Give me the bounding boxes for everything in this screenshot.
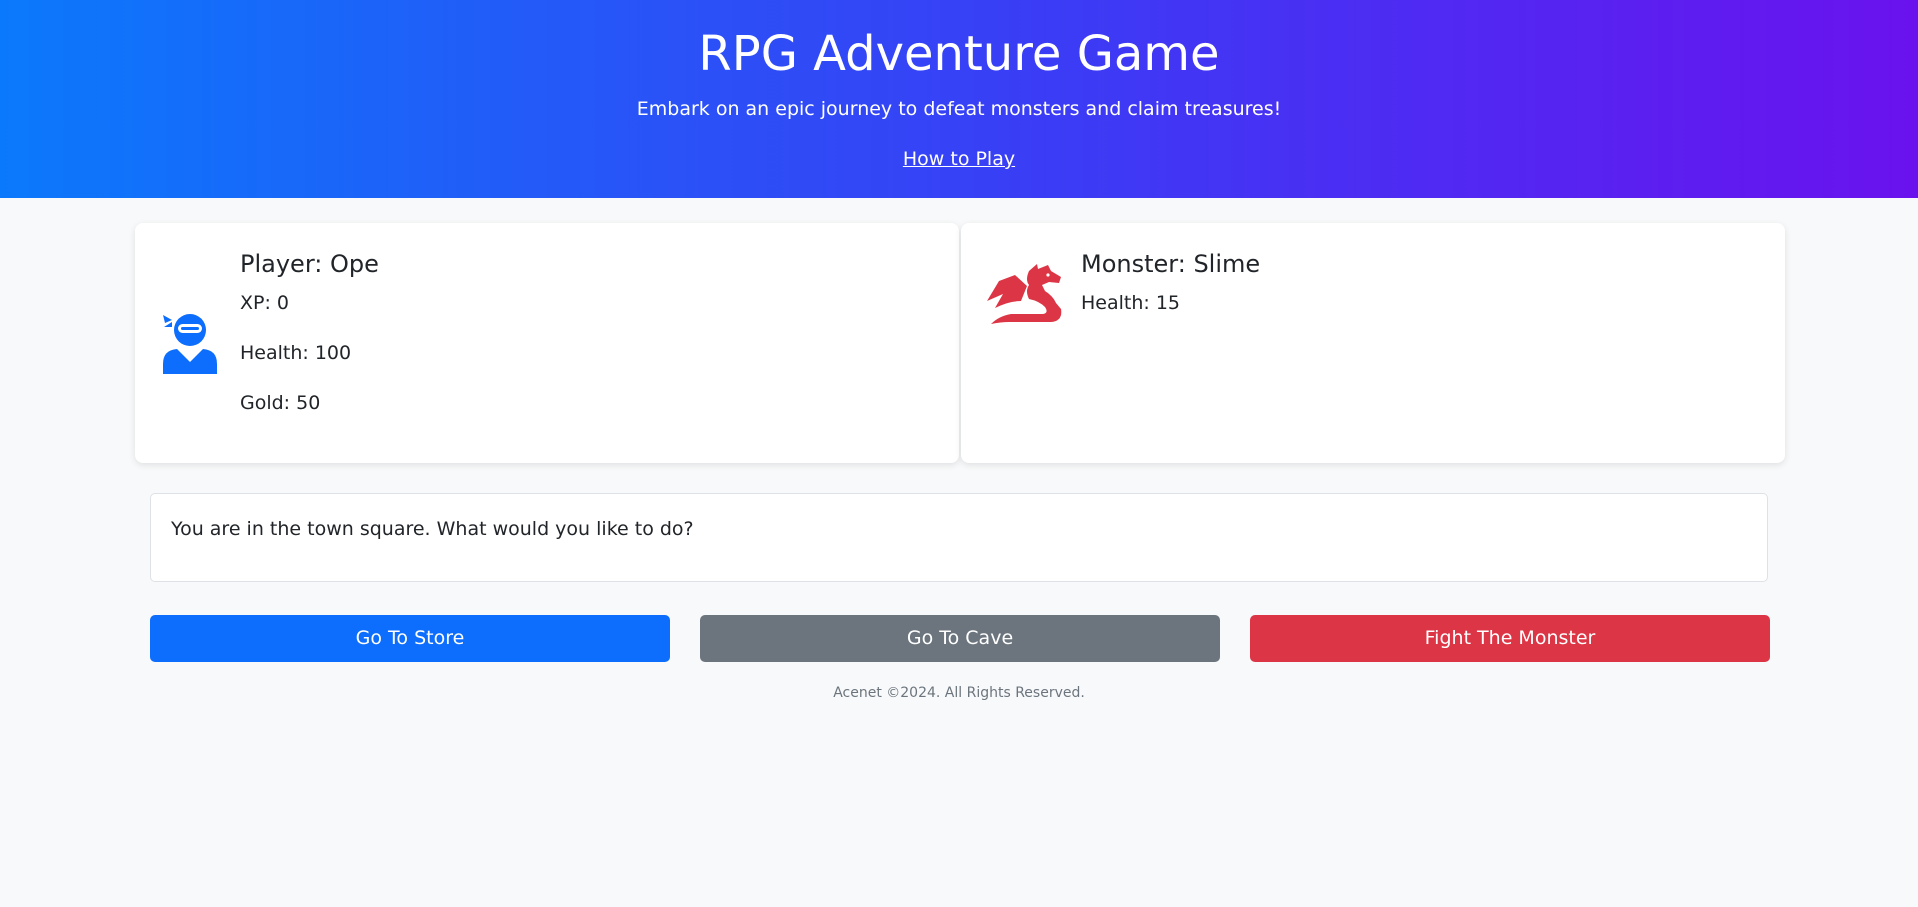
monster-card: Monster: Slime Health: 15 <box>961 223 1785 463</box>
go-to-store-button[interactable]: Go To Store <box>150 615 670 662</box>
monster-health: Health: 15 <box>1081 292 1181 314</box>
ninja-icon <box>163 314 217 374</box>
page-header: RPG Adventure Game Embark on an epic jou… <box>0 0 1918 198</box>
monster-name: Monster: Slime <box>1081 250 1261 278</box>
player-gold: Gold: 50 <box>240 392 321 414</box>
game-message: You are in the town square. What would y… <box>171 518 694 540</box>
dragon-icon <box>987 264 1062 324</box>
page-title: RPG Adventure Game <box>698 26 1220 82</box>
player-card: Player: Ope XP: 0 Health: 100 Gold: 50 <box>135 223 959 463</box>
footer-copyright: Acenet ©2024. All Rights Reserved. <box>833 685 1085 701</box>
player-xp: XP: 0 <box>240 292 290 314</box>
page-subtitle: Embark on an epic journey to defeat mons… <box>636 98 1282 120</box>
how-to-play-wrapper: How to Play <box>0 144 1918 174</box>
player-name: Player: Ope <box>240 250 379 278</box>
game-message-box: You are in the town square. What would y… <box>150 493 1768 582</box>
how-to-play-link[interactable]: How to Play <box>903 148 1015 170</box>
go-to-cave-button[interactable]: Go To Cave <box>700 615 1220 662</box>
fight-monster-button[interactable]: Fight The Monster <box>1250 615 1770 662</box>
player-health: Health: 100 <box>240 342 352 364</box>
